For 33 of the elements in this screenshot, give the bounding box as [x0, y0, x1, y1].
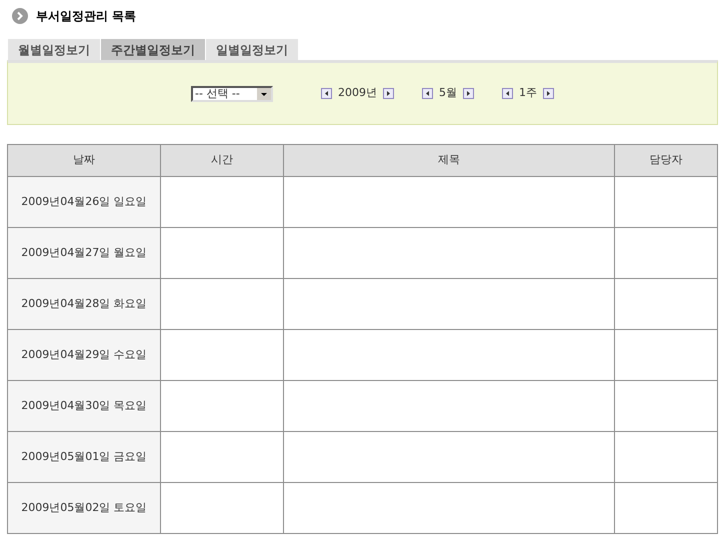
table-cell: 2009년04월30일 목요일 [8, 380, 160, 432]
table-cell: 2009년05월02일 토요일 [8, 482, 160, 534]
next-button[interactable] [463, 88, 474, 99]
table-cell: 2009년04월29일 수요일 [8, 330, 160, 380]
right-triangle-icon [386, 91, 391, 96]
stepper-value: 2009년 [338, 85, 377, 102]
next-button[interactable] [383, 88, 394, 99]
previous-button[interactable] [502, 88, 513, 99]
stepper-value: 1주 [519, 85, 537, 102]
left-triangle-icon [425, 91, 430, 96]
column-header: 날짜 [8, 144, 160, 176]
table-cell: 2009년04월28일 화요일 [8, 278, 160, 330]
page-title: 부서일정관리 목록 [36, 8, 136, 24]
column-header: 제목 [284, 144, 614, 176]
table-cell: 2009년04월27일 월요일 [8, 228, 160, 278]
left-triangle-icon [505, 91, 510, 96]
previous-button[interactable] [422, 88, 433, 99]
dropdown-icon [257, 88, 271, 100]
next-button[interactable] [543, 88, 554, 99]
tab[interactable]: 주간별일정보기 [101, 39, 206, 60]
left-triangle-icon [324, 91, 329, 96]
tab[interactable]: 월별일정보기 [8, 39, 101, 60]
chevron-icon [12, 8, 28, 24]
tab[interactable]: 일별일정보기 [206, 39, 299, 60]
right-triangle-icon [546, 91, 551, 96]
stepper-value: 5월 [439, 85, 457, 102]
column-header: 담당자 [614, 144, 718, 176]
previous-button[interactable] [321, 88, 332, 99]
table-cell: 2009년05월01일 금요일 [8, 432, 160, 482]
select-field[interactable]: -- 선택 -- [191, 86, 273, 102]
right-triangle-icon [466, 91, 471, 96]
column-header: 시간 [160, 144, 284, 176]
table-cell: 2009년04월26일 일요일 [8, 176, 160, 228]
